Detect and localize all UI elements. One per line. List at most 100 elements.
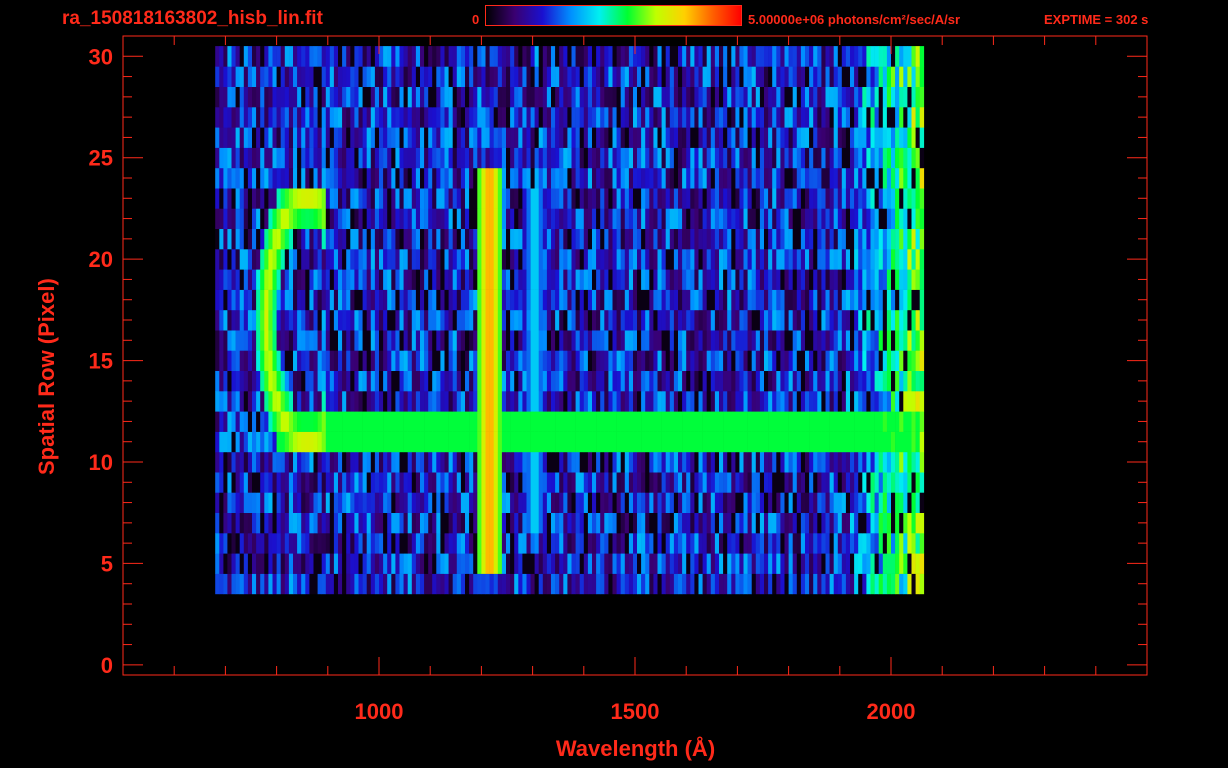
heatmap-cell — [338, 431, 343, 453]
heatmap-cell — [862, 249, 867, 270]
heatmap-cell — [489, 147, 494, 169]
heatmap-cell — [592, 472, 597, 493]
heatmap-cell — [796, 269, 802, 290]
heatmap-cell — [690, 249, 695, 270]
heatmap-cell — [497, 451, 503, 473]
heatmap-cell — [473, 533, 478, 554]
heatmap-cell — [788, 533, 793, 554]
heatmap-cell — [874, 533, 879, 554]
heatmap-cell — [440, 127, 445, 148]
heatmap-cell — [362, 411, 367, 432]
heatmap-cell — [284, 492, 290, 513]
heatmap-cell — [325, 147, 331, 169]
heatmap-cell — [858, 553, 863, 574]
heatmap-cell — [481, 249, 486, 270]
heatmap-cell — [235, 533, 240, 554]
heatmap-cell — [534, 553, 539, 574]
heatmap-cell — [817, 451, 822, 473]
heatmap-cell — [866, 533, 871, 554]
heatmap-cell — [235, 451, 240, 473]
heatmap-cell — [731, 411, 736, 432]
heatmap-cell — [583, 46, 589, 67]
heatmap-cell — [465, 451, 470, 473]
heatmap-cell — [436, 492, 441, 513]
heatmap-cell — [592, 127, 597, 148]
heatmap-cell — [649, 451, 654, 473]
heatmap-cell — [813, 188, 818, 209]
heatmap-cell — [854, 46, 859, 67]
heatmap-cell — [731, 127, 736, 148]
heatmap-cell — [673, 391, 679, 412]
heatmap-cell — [620, 167, 626, 189]
heatmap-cell — [633, 249, 638, 270]
heatmap-cell — [788, 127, 793, 148]
heatmap-cell — [407, 391, 413, 412]
heatmap-cell — [260, 533, 265, 554]
heatmap-cell — [727, 269, 732, 290]
heatmap-cell — [575, 553, 580, 574]
heatmap-cell — [788, 431, 793, 453]
heatmap-cell — [661, 553, 666, 574]
heatmap-cell — [456, 46, 462, 67]
heatmap-cell — [506, 66, 511, 87]
heatmap-cell — [850, 309, 855, 331]
heatmap-cell — [272, 208, 277, 229]
heatmap-cell — [264, 309, 269, 331]
heatmap-cell — [616, 512, 621, 534]
heatmap-cell — [665, 107, 671, 128]
heatmap-cell — [899, 167, 904, 189]
heatmap-cell — [448, 46, 453, 67]
heatmap-cell — [350, 289, 355, 311]
heatmap-cell — [358, 188, 363, 209]
heatmap-cell — [514, 411, 519, 432]
heatmap-cell — [317, 188, 322, 209]
heatmap-cell — [444, 208, 449, 229]
heatmap-cell — [444, 512, 449, 534]
heatmap-cell — [383, 573, 388, 595]
heatmap-cell — [395, 370, 400, 392]
heatmap-cell — [698, 451, 703, 473]
heatmap-cell — [747, 127, 752, 148]
heatmap-cell — [579, 553, 585, 574]
heatmap-cell — [891, 553, 896, 574]
heatmap-cell — [764, 66, 769, 87]
heatmap-cell — [555, 451, 560, 473]
heatmap-cell — [395, 167, 400, 189]
heatmap-cell — [592, 573, 597, 595]
heatmap-cell — [399, 451, 404, 473]
heatmap-cell — [555, 573, 560, 595]
heatmap-cell — [473, 492, 478, 513]
heatmap-cell — [526, 228, 531, 250]
heatmap-cell — [596, 107, 601, 128]
heatmap-cell — [878, 66, 884, 87]
heatmap-cell — [870, 269, 875, 290]
heatmap-cell — [567, 147, 572, 169]
heatmap-cell — [739, 391, 744, 412]
heatmap-cell — [858, 249, 863, 270]
heatmap-cell — [452, 411, 458, 432]
heatmap-cell — [882, 46, 888, 67]
heatmap-cell — [772, 451, 777, 473]
heatmap-cell — [428, 147, 433, 169]
heatmap-cell — [264, 107, 269, 128]
heatmap-cell — [223, 411, 228, 432]
heatmap-cell — [641, 512, 646, 534]
heatmap-cell — [342, 350, 347, 371]
heatmap-cell — [698, 249, 703, 270]
heatmap-cell — [288, 370, 294, 392]
heatmap-cell — [870, 309, 875, 331]
heatmap-cell — [784, 147, 789, 169]
heatmap-cell — [866, 127, 871, 148]
heatmap-cell — [800, 309, 806, 331]
heatmap-cell — [293, 289, 298, 311]
heatmap-cell — [764, 208, 769, 229]
heatmap-cell — [719, 411, 724, 432]
heatmap-cell — [227, 66, 232, 87]
heatmap-cell — [297, 167, 302, 189]
heatmap-cell — [309, 533, 314, 554]
heatmap-cell — [333, 127, 339, 148]
heatmap-cell — [755, 147, 761, 169]
heatmap-cell — [714, 46, 720, 67]
heatmap-cell — [768, 309, 773, 331]
heatmap-cell — [751, 330, 757, 351]
